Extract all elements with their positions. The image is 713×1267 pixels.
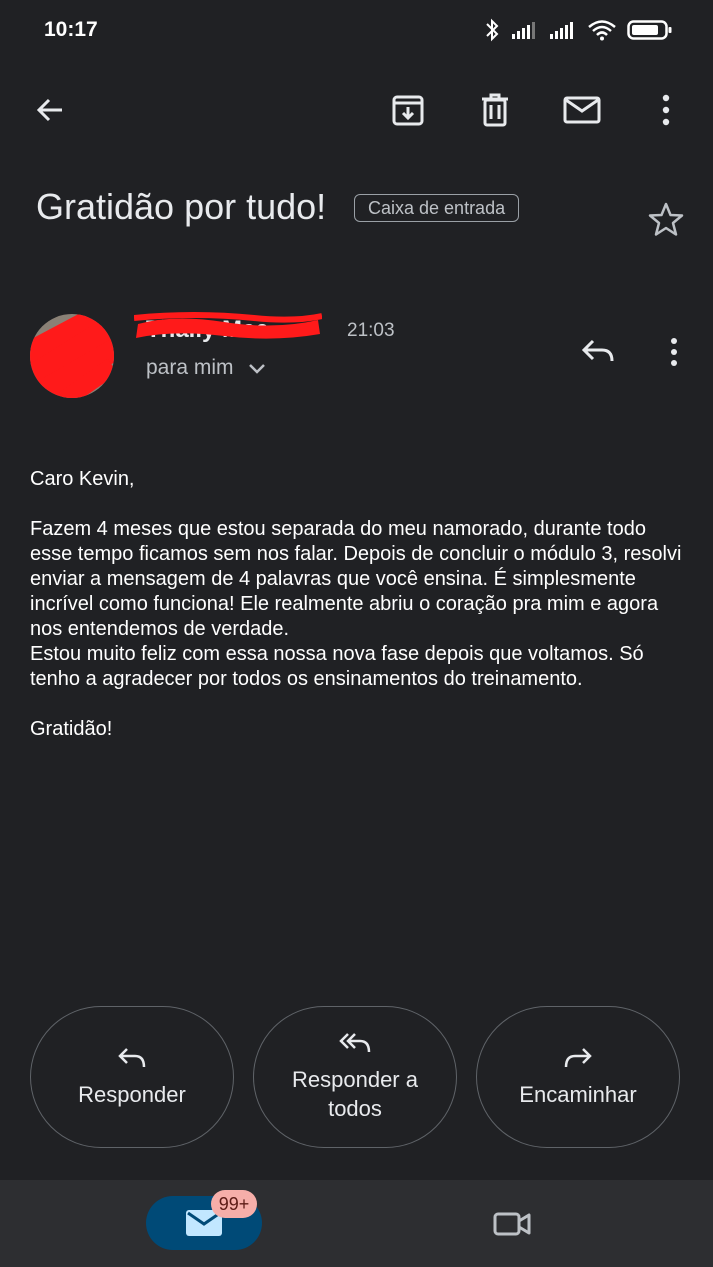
more-vert-icon — [662, 94, 670, 126]
reply-icon — [118, 1047, 146, 1067]
body-paragraph: Estou muito feliz com essa nossa nova fa… — [30, 643, 644, 690]
body-greeting: Caro Kevin, — [30, 468, 135, 490]
mark-unread-icon — [563, 96, 601, 124]
star-button[interactable] — [646, 200, 686, 245]
reply-button[interactable] — [574, 328, 622, 376]
back-arrow-icon — [36, 98, 62, 122]
bluetooth-icon — [486, 18, 499, 42]
inbox-label-chip[interactable]: Caixa de entrada — [354, 194, 520, 222]
mark-unread-button[interactable] — [558, 86, 606, 134]
forward-action-button[interactable]: Encaminhar — [476, 1006, 680, 1148]
more-vert-icon — [671, 338, 677, 366]
body-paragraph: Fazem 4 meses que estou separada do meu … — [30, 518, 682, 640]
reply-all-label-line1: Responder a — [292, 1067, 418, 1092]
reply-action-label: Responder — [78, 1081, 186, 1107]
message-more-button[interactable] — [650, 328, 698, 376]
reply-action-button[interactable]: Responder — [30, 1006, 234, 1148]
redaction-scribble — [134, 312, 322, 339]
forward-icon — [564, 1047, 592, 1067]
forward-action-label: Encaminhar — [519, 1081, 637, 1107]
back-button[interactable] — [26, 86, 74, 134]
reply-all-action-label: Responder a todos — [292, 1065, 418, 1123]
recipient-label: para mim — [146, 356, 234, 379]
delete-icon — [482, 93, 508, 127]
recipient-details[interactable]: para mim — [146, 356, 266, 380]
reply-all-action-button[interactable]: Responder a todos — [253, 1006, 457, 1148]
bottom-navigation — [0, 1180, 713, 1267]
chevron-down-icon — [248, 364, 265, 374]
status-time: 10:17 — [44, 18, 98, 41]
battery-icon — [627, 20, 672, 40]
body-closing: Gratidão! — [30, 718, 113, 740]
sender-avatar[interactable] — [30, 314, 114, 398]
email-subject: Gratidão por tudo! — [36, 186, 327, 227]
star-icon — [648, 202, 684, 236]
email-body: Caro Kevin, Fazem 4 meses que estou sepa… — [30, 467, 690, 742]
archive-icon — [392, 95, 424, 126]
signal-icon — [512, 22, 535, 39]
archive-button[interactable] — [384, 86, 432, 134]
unread-count-badge: 99+ — [211, 1190, 257, 1218]
reply-icon — [581, 339, 614, 362]
status-icons — [483, 18, 673, 42]
wifi-icon — [588, 20, 616, 41]
signal-icon — [550, 22, 573, 39]
video-camera-icon — [493, 1212, 531, 1236]
more-options-button[interactable] — [642, 86, 690, 134]
reply-all-icon — [339, 1033, 371, 1053]
delete-button[interactable] — [471, 86, 519, 134]
reply-all-label-line2: todos — [328, 1096, 382, 1121]
email-time: 21:03 — [347, 320, 395, 341]
meet-tab[interactable] — [488, 1200, 536, 1248]
